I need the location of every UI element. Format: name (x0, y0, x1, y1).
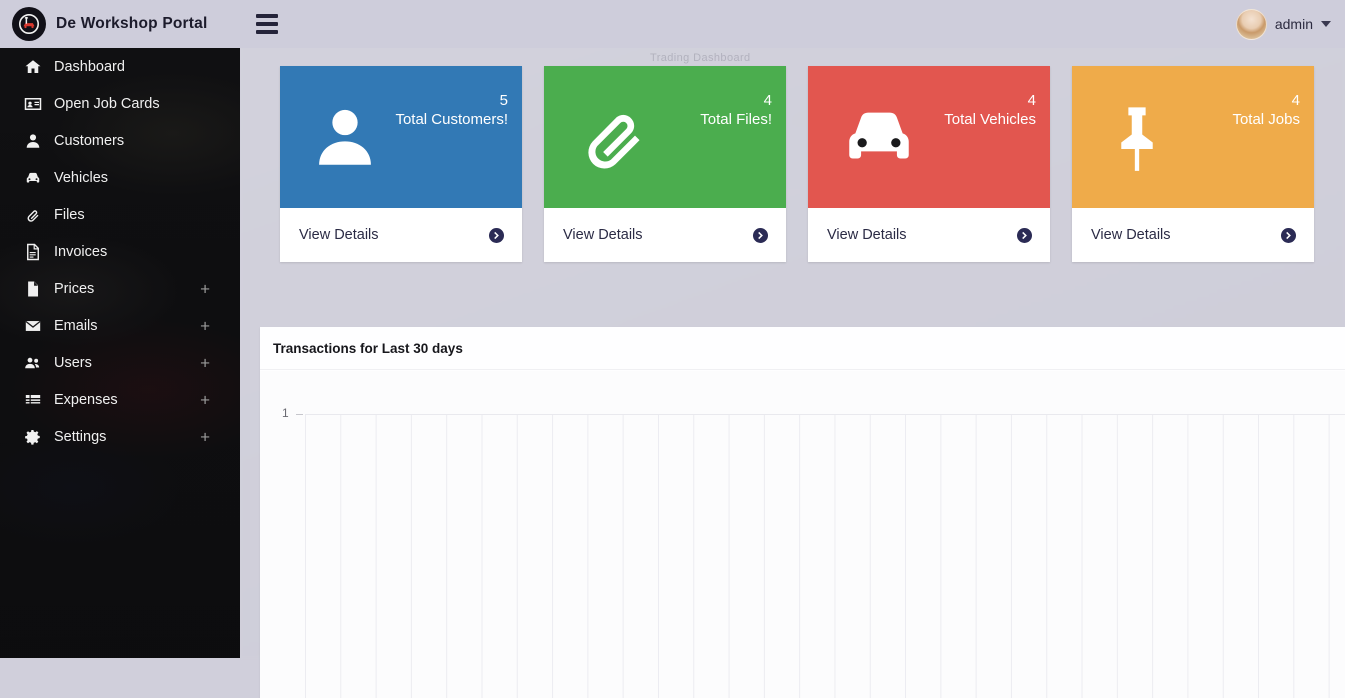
sidebar-expand-icon[interactable]: + (200, 317, 210, 334)
sidebar-item-expenses[interactable]: Expenses + (0, 381, 240, 418)
brand-area: De Workshop Portal (0, 0, 240, 48)
chart-plot-region[interactable]: 1 (260, 371, 1345, 698)
sidebar-expand-icon[interactable]: + (200, 280, 210, 297)
gear-icon (24, 428, 48, 446)
stat-card[interactable]: 5Total Customers! View Details (280, 66, 522, 262)
stat-card[interactable]: 4Total Vehicles View Details (808, 66, 1050, 262)
sidebar-expand-icon[interactable]: + (200, 391, 210, 408)
arrow-circle-right-icon[interactable] (752, 227, 769, 244)
chart-gridlines (305, 414, 1345, 698)
stat-cards-row: 5Total Customers!View Details4Total File… (280, 66, 1314, 262)
sidebar-item-invoices[interactable]: Invoices (0, 233, 240, 270)
stat-card-values: 5Total Customers! (395, 92, 508, 130)
page-icon (24, 280, 48, 298)
stat-card-body: 4Total Jobs (1072, 66, 1314, 208)
chart-title-bar: Transactions for Last 30 days (260, 327, 1345, 370)
stat-card-caption: Total Files! (700, 111, 772, 130)
stat-card[interactable]: 4Total Files! View Details (544, 66, 786, 262)
sidebar-item-users[interactable]: Users + (0, 344, 240, 381)
user-icon (24, 132, 48, 150)
user-menu[interactable]: admin (1236, 7, 1331, 41)
main-content: 5Total Customers!View Details4Total File… (240, 48, 1345, 658)
sidebar-item-label: Open Job Cards (54, 96, 160, 112)
stat-card-count: 4 (700, 92, 772, 111)
transactions-chart-panel: Transactions for Last 30 days 1 (260, 327, 1345, 698)
view-details-label: View Details (827, 227, 907, 243)
stat-card-values: 4Total Files! (700, 92, 772, 130)
envelope-icon (24, 317, 48, 335)
sidebar-item-label: Dashboard (54, 59, 125, 75)
chevron-down-icon[interactable] (1321, 21, 1331, 27)
users-icon (24, 354, 48, 372)
avatar (1236, 9, 1267, 40)
list-icon (24, 391, 48, 409)
arrow-circle-right-icon[interactable] (1016, 227, 1033, 244)
sidebar-item-open-job-cards[interactable]: Open Job Cards (0, 85, 240, 122)
sidebar-item-emails[interactable]: Emails + (0, 307, 240, 344)
view-details-button[interactable]: View Details (544, 208, 786, 262)
invoice-icon (24, 243, 48, 261)
sidebar-item-label: Customers (54, 133, 124, 149)
sidebar-item-customers[interactable]: Customers (0, 122, 240, 159)
view-details-button[interactable]: View Details (280, 208, 522, 262)
arrow-circle-right-icon[interactable] (1280, 227, 1297, 244)
user-name-label: admin (1275, 16, 1313, 32)
view-details-label: View Details (563, 227, 643, 243)
stat-card-caption: Total Customers! (395, 111, 508, 130)
paperclip-icon (24, 206, 48, 224)
sidebar-item-vehicles[interactable]: Vehicles (0, 159, 240, 196)
car-icon (836, 94, 922, 180)
view-details-button[interactable]: View Details (1072, 208, 1314, 262)
y-axis-tick-label: 1 (282, 406, 289, 420)
stat-card-count: 4 (1232, 92, 1300, 111)
stat-card-count: 5 (395, 92, 508, 111)
y-axis-tick-mark (296, 414, 303, 415)
sidebar-item-label: Prices (54, 281, 94, 297)
sidebar-item-label: Emails (54, 318, 98, 334)
sidebar-item-label: Vehicles (54, 170, 108, 186)
stat-card-values: 4Total Jobs (1232, 92, 1300, 130)
stat-card-count: 4 (944, 92, 1036, 111)
paperclip-icon (572, 95, 656, 179)
stat-card-body: 4Total Files! (544, 66, 786, 208)
sidebar-item-prices[interactable]: Prices + (0, 270, 240, 307)
sidebar-item-dashboard[interactable]: Dashboard (0, 48, 240, 85)
car-icon (24, 169, 48, 187)
stat-card-caption: Total Vehicles (944, 111, 1036, 130)
sidebar-item-settings[interactable]: Settings + (0, 418, 240, 455)
sidebar-item-label: Files (54, 207, 85, 223)
sidebar-item-label: Invoices (54, 244, 107, 260)
view-details-label: View Details (1091, 227, 1171, 243)
top-header-bar: De Workshop Portal admin (0, 0, 1345, 48)
view-details-button[interactable]: View Details (808, 208, 1050, 262)
brand-title: De Workshop Portal (56, 15, 207, 33)
user-icon (308, 100, 382, 174)
sidebar-item-files[interactable]: Files (0, 196, 240, 233)
id-card-icon (24, 95, 48, 113)
sidebar-expand-icon[interactable]: + (200, 428, 210, 445)
sidebar-item-label: Settings (54, 429, 106, 445)
home-icon (24, 58, 48, 76)
chart-title: Transactions for Last 30 days (273, 341, 463, 356)
sidebar-item-label: Expenses (54, 392, 118, 408)
sidebar: Dashboard Open Job Cards Customers Vehicles… (0, 48, 240, 658)
sidebar-item-label: Users (54, 355, 92, 371)
arrow-circle-right-icon[interactable] (488, 227, 505, 244)
stat-card-body: 4Total Vehicles (808, 66, 1050, 208)
view-details-label: View Details (299, 227, 379, 243)
stat-card-values: 4Total Vehicles (944, 92, 1036, 130)
stat-card[interactable]: 4Total Jobs View Details (1072, 66, 1314, 262)
sidebar-expand-icon[interactable]: + (200, 354, 210, 371)
workshop-logo-icon (12, 7, 46, 41)
pushpin-icon (1100, 100, 1174, 174)
stat-card-caption: Total Jobs (1232, 111, 1300, 130)
stat-card-body: 5Total Customers! (280, 66, 522, 208)
hamburger-icon[interactable] (256, 14, 278, 34)
